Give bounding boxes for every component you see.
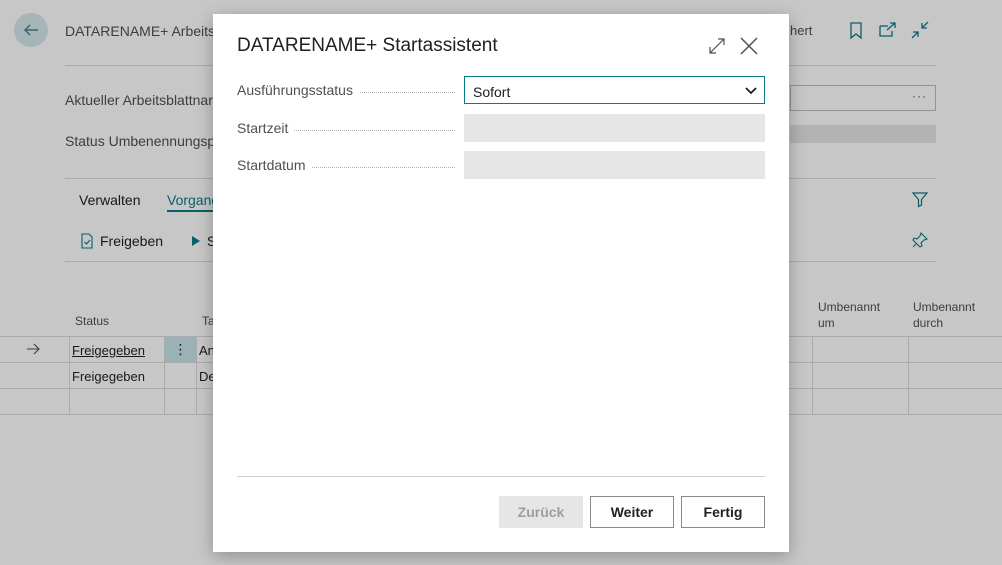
- dialog-title: DATARENAME+ Startassistent: [237, 35, 498, 56]
- start-time-row: Startzeit: [237, 114, 765, 142]
- next-button[interactable]: Weiter: [590, 496, 674, 528]
- execution-status-select[interactable]: Sofort: [464, 76, 765, 104]
- execution-status-label: Ausführungsstatus: [237, 82, 359, 98]
- start-date-label: Startdatum: [237, 157, 312, 173]
- start-wizard-dialog: DATARENAME+ Startassistent Ausführungsst…: [213, 14, 789, 552]
- chevron-down-icon: [745, 87, 757, 95]
- finish-button[interactable]: Fertig: [681, 496, 765, 528]
- dialog-footer-divider: [237, 476, 765, 477]
- execution-status-value: Sofort: [473, 84, 511, 100]
- start-time-label: Startzeit: [237, 120, 295, 136]
- back-button-wizard[interactable]: Zurück: [499, 496, 583, 528]
- start-date-input: [464, 151, 765, 179]
- start-time-input: [464, 114, 765, 142]
- expand-icon[interactable]: [707, 36, 727, 56]
- execution-status-row: Ausführungsstatus Sofort: [237, 76, 765, 104]
- start-date-row: Startdatum: [237, 151, 765, 179]
- close-icon[interactable]: [739, 36, 759, 56]
